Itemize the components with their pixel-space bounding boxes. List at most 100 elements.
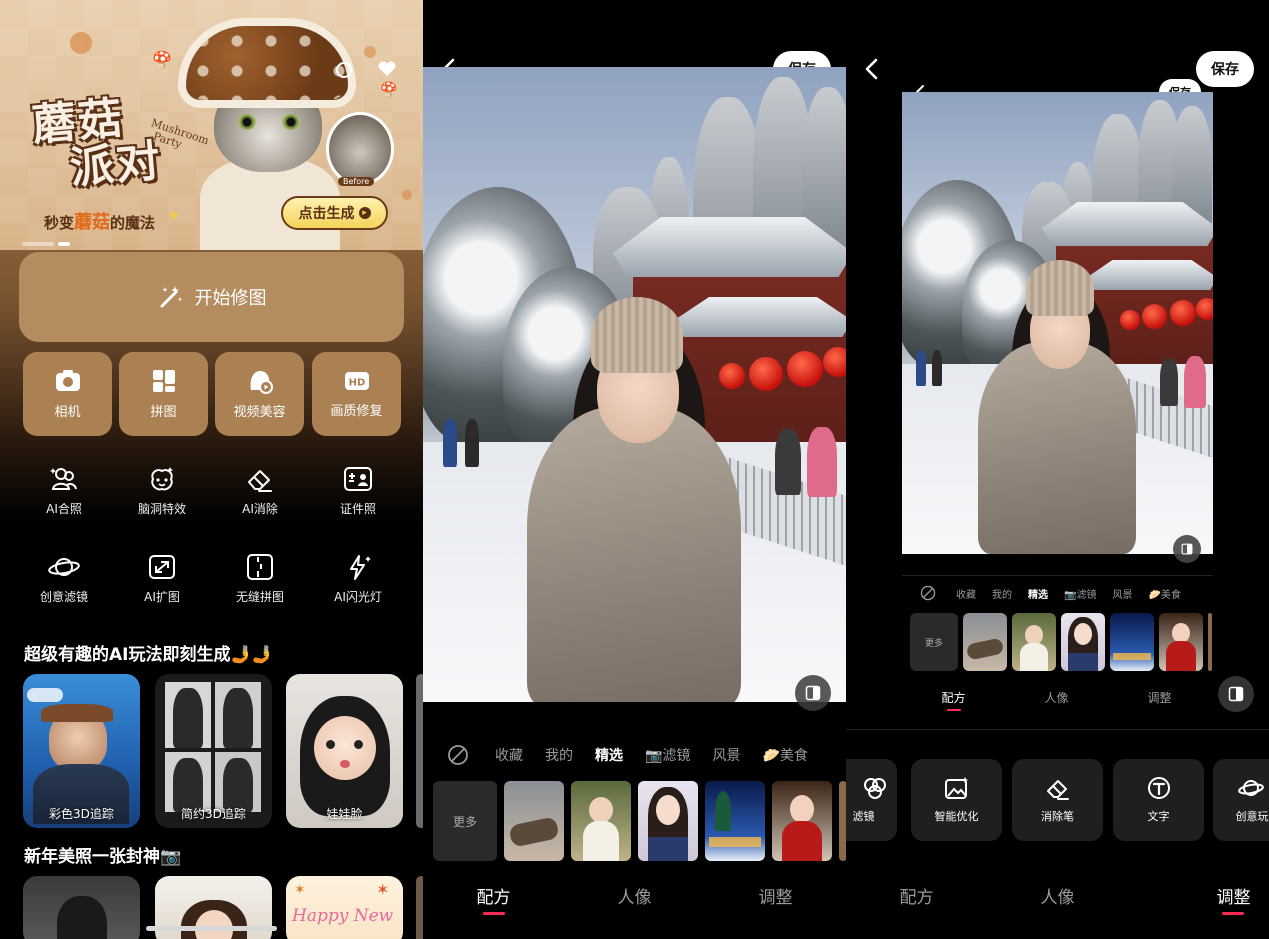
new-year-card-3[interactable]: Happy New ✶ ✶ bbox=[286, 876, 403, 939]
bottom-tab-adjust[interactable]: 调整 bbox=[705, 883, 846, 908]
arrow-right-icon: ▸ bbox=[358, 207, 371, 219]
bottom-tab-adjust[interactable]: 调整 bbox=[1128, 883, 1269, 915]
next-card-peek[interactable] bbox=[416, 674, 423, 828]
new-year-card-1[interactable] bbox=[23, 876, 140, 939]
inner-tab-adjust[interactable]: 调整 bbox=[1108, 689, 1211, 706]
compare-button[interactable] bbox=[1218, 676, 1254, 712]
inner-tab-recipe-label: 配方 bbox=[941, 691, 966, 705]
creative-filter-tool[interactable]: 创意滤镜 bbox=[24, 553, 104, 605]
ai-flash-tool[interactable]: AI闪光灯 bbox=[318, 553, 398, 605]
preset-thumbnail[interactable] bbox=[1208, 613, 1212, 671]
filter-icon bbox=[863, 778, 886, 799]
text-tool[interactable]: 文字 bbox=[1113, 759, 1204, 841]
seamless-collage-tool[interactable]: 无缝拼图 bbox=[220, 553, 300, 605]
inner-tab-portrait-label: 人像 bbox=[1044, 691, 1069, 705]
inner-tab-recipe[interactable]: 配方 bbox=[902, 689, 1005, 711]
inner-preset-thumbnails: 更多 bbox=[910, 613, 1212, 671]
inner-tab-portrait[interactable]: 人像 bbox=[1005, 689, 1108, 706]
inner-filter-tab-food[interactable]: 🥟美食 bbox=[1148, 586, 1180, 601]
video-beauty-icon bbox=[250, 371, 273, 394]
no-filter-icon[interactable] bbox=[920, 585, 936, 601]
filter-tab-filters[interactable]: 📷滤镜 bbox=[645, 745, 690, 765]
preset-thumbnail[interactable] bbox=[772, 781, 832, 861]
inner-filter-tab-mine[interactable]: 我的 bbox=[992, 586, 1012, 601]
preset-thumbnail[interactable] bbox=[1159, 613, 1203, 671]
id-photo-tool[interactable]: 证件照 bbox=[318, 465, 398, 517]
next-card-peek[interactable] bbox=[416, 876, 423, 939]
edit-photo-preview bbox=[902, 92, 1213, 554]
color-3d-tracking-card[interactable]: 彩色3D追踪 bbox=[23, 674, 140, 828]
ai-erase-tool[interactable]: AI消除 bbox=[220, 465, 300, 517]
simple-3d-tracking-card[interactable]: 简约3D追踪 bbox=[155, 674, 272, 828]
eraser-icon bbox=[248, 470, 272, 492]
simple-3d-tracking-label: 简约3D追踪 bbox=[181, 807, 246, 821]
expand-icon bbox=[149, 555, 175, 579]
brain-effect-tool[interactable]: 脑洞特效 bbox=[122, 465, 202, 517]
hd-repair-tile[interactable]: HD 画质修复 bbox=[312, 352, 401, 436]
camera-tile[interactable]: 相机 bbox=[23, 352, 112, 436]
filter-tab-featured[interactable]: 精选 bbox=[595, 745, 623, 765]
id-photo-icon bbox=[344, 467, 372, 491]
more-presets-button[interactable]: 更多 bbox=[433, 781, 497, 861]
filter-tab-mine[interactable]: 我的 bbox=[545, 745, 573, 765]
generate-button[interactable]: 点击生成 ▸ bbox=[281, 196, 388, 230]
preset-thumbnail[interactable] bbox=[839, 781, 846, 861]
preset-thumbnail[interactable] bbox=[1110, 613, 1154, 671]
ai-group-photo-icon bbox=[50, 468, 77, 490]
preset-thumbnail[interactable] bbox=[1012, 613, 1056, 671]
inner-filter-tab-featured[interactable]: 精选 bbox=[1028, 586, 1048, 601]
filter-tool[interactable]: 滤镜 bbox=[846, 759, 897, 841]
inner-filter-tab-filters[interactable]: 📷滤镜 bbox=[1064, 586, 1096, 601]
color-3d-tracking-label: 彩色3D追踪 bbox=[49, 807, 114, 821]
bottom-tab-recipe[interactable]: 配方 bbox=[846, 883, 987, 908]
bottom-tab-portrait[interactable]: 人像 bbox=[987, 883, 1128, 908]
preset-thumbnail[interactable] bbox=[1061, 613, 1105, 671]
banner-title: 蘑菇 派对 bbox=[30, 93, 164, 196]
eraser-pen-label: 消除笔 bbox=[1041, 810, 1074, 823]
start-editing-label: 开始修图 bbox=[194, 288, 267, 309]
inner-compare-button[interactable] bbox=[1173, 535, 1201, 563]
preset-thumbnail[interactable] bbox=[963, 613, 1007, 671]
active-tab-underline bbox=[482, 912, 505, 915]
mushroom-party-banner[interactable]: 🍄 🍄 ✦ 蘑菇 派对 Mushroom Party 秒变蘑菇的魔法 Befor… bbox=[0, 0, 423, 250]
star-decor-icon: ✶ bbox=[376, 880, 390, 899]
video-beauty-tile[interactable]: 视频美容 bbox=[215, 352, 304, 436]
home-indicator[interactable] bbox=[146, 926, 277, 931]
collage-tile[interactable]: 拼图 bbox=[119, 352, 208, 436]
back-arrow-icon[interactable] bbox=[862, 57, 882, 81]
ai-group-photo-tool[interactable]: AI合照 bbox=[24, 465, 104, 517]
banner-subtitle: 秒变蘑菇的魔法 bbox=[44, 208, 155, 234]
filter-tab-food[interactable]: 🥟美食 bbox=[762, 745, 807, 765]
decor-dot bbox=[70, 32, 92, 54]
inner-more-presets-button[interactable]: 更多 bbox=[910, 613, 958, 671]
seamless-collage-label: 无缝拼图 bbox=[235, 590, 284, 604]
editor-adjust-screen: 保存 保存 收藏 我的 精选 📷滤镜 bbox=[846, 0, 1269, 939]
save-button[interactable]: 保存 bbox=[1196, 51, 1254, 87]
banner-title-line2: 派对 bbox=[67, 135, 164, 195]
inner-filter-tab-favorites[interactable]: 收藏 bbox=[956, 586, 976, 601]
inner-active-tab-underline bbox=[946, 709, 961, 711]
baby-face-label: 娃娃脸 bbox=[326, 807, 363, 821]
svg-text:HD: HD bbox=[348, 378, 365, 389]
compare-button[interactable] bbox=[795, 675, 831, 711]
bottom-tab-recipe[interactable]: 配方 bbox=[423, 883, 564, 915]
bottom-tab-recipe-label: 配方 bbox=[476, 888, 511, 908]
baby-face-card[interactable]: 娃娃脸 bbox=[286, 674, 403, 828]
bottom-tab-portrait[interactable]: 人像 bbox=[564, 883, 705, 908]
creative-tool[interactable]: 创意玩 bbox=[1213, 759, 1269, 841]
decor-dot bbox=[402, 190, 412, 200]
preset-thumbnail[interactable] bbox=[504, 781, 564, 861]
new-year-section-title: 新年美照一张封神📷 bbox=[24, 847, 182, 867]
no-filter-icon[interactable] bbox=[447, 744, 469, 766]
smart-optimize-tool[interactable]: 智能优化 bbox=[911, 759, 1002, 841]
start-editing-button[interactable]: 开始修图 bbox=[19, 252, 404, 342]
eraser-pen-tool[interactable]: 消除笔 bbox=[1012, 759, 1103, 841]
preset-thumbnail[interactable] bbox=[638, 781, 698, 861]
filter-tab-favorites[interactable]: 收藏 bbox=[495, 745, 523, 765]
banner-subtitle-prefix: 秒变 bbox=[44, 214, 75, 232]
preset-thumbnail[interactable] bbox=[571, 781, 631, 861]
preset-thumbnail[interactable] bbox=[705, 781, 765, 861]
filter-tab-scenery[interactable]: 风景 bbox=[712, 745, 740, 765]
ai-expand-tool[interactable]: AI扩图 bbox=[122, 553, 202, 605]
inner-filter-tab-scenery[interactable]: 风景 bbox=[1112, 586, 1132, 601]
